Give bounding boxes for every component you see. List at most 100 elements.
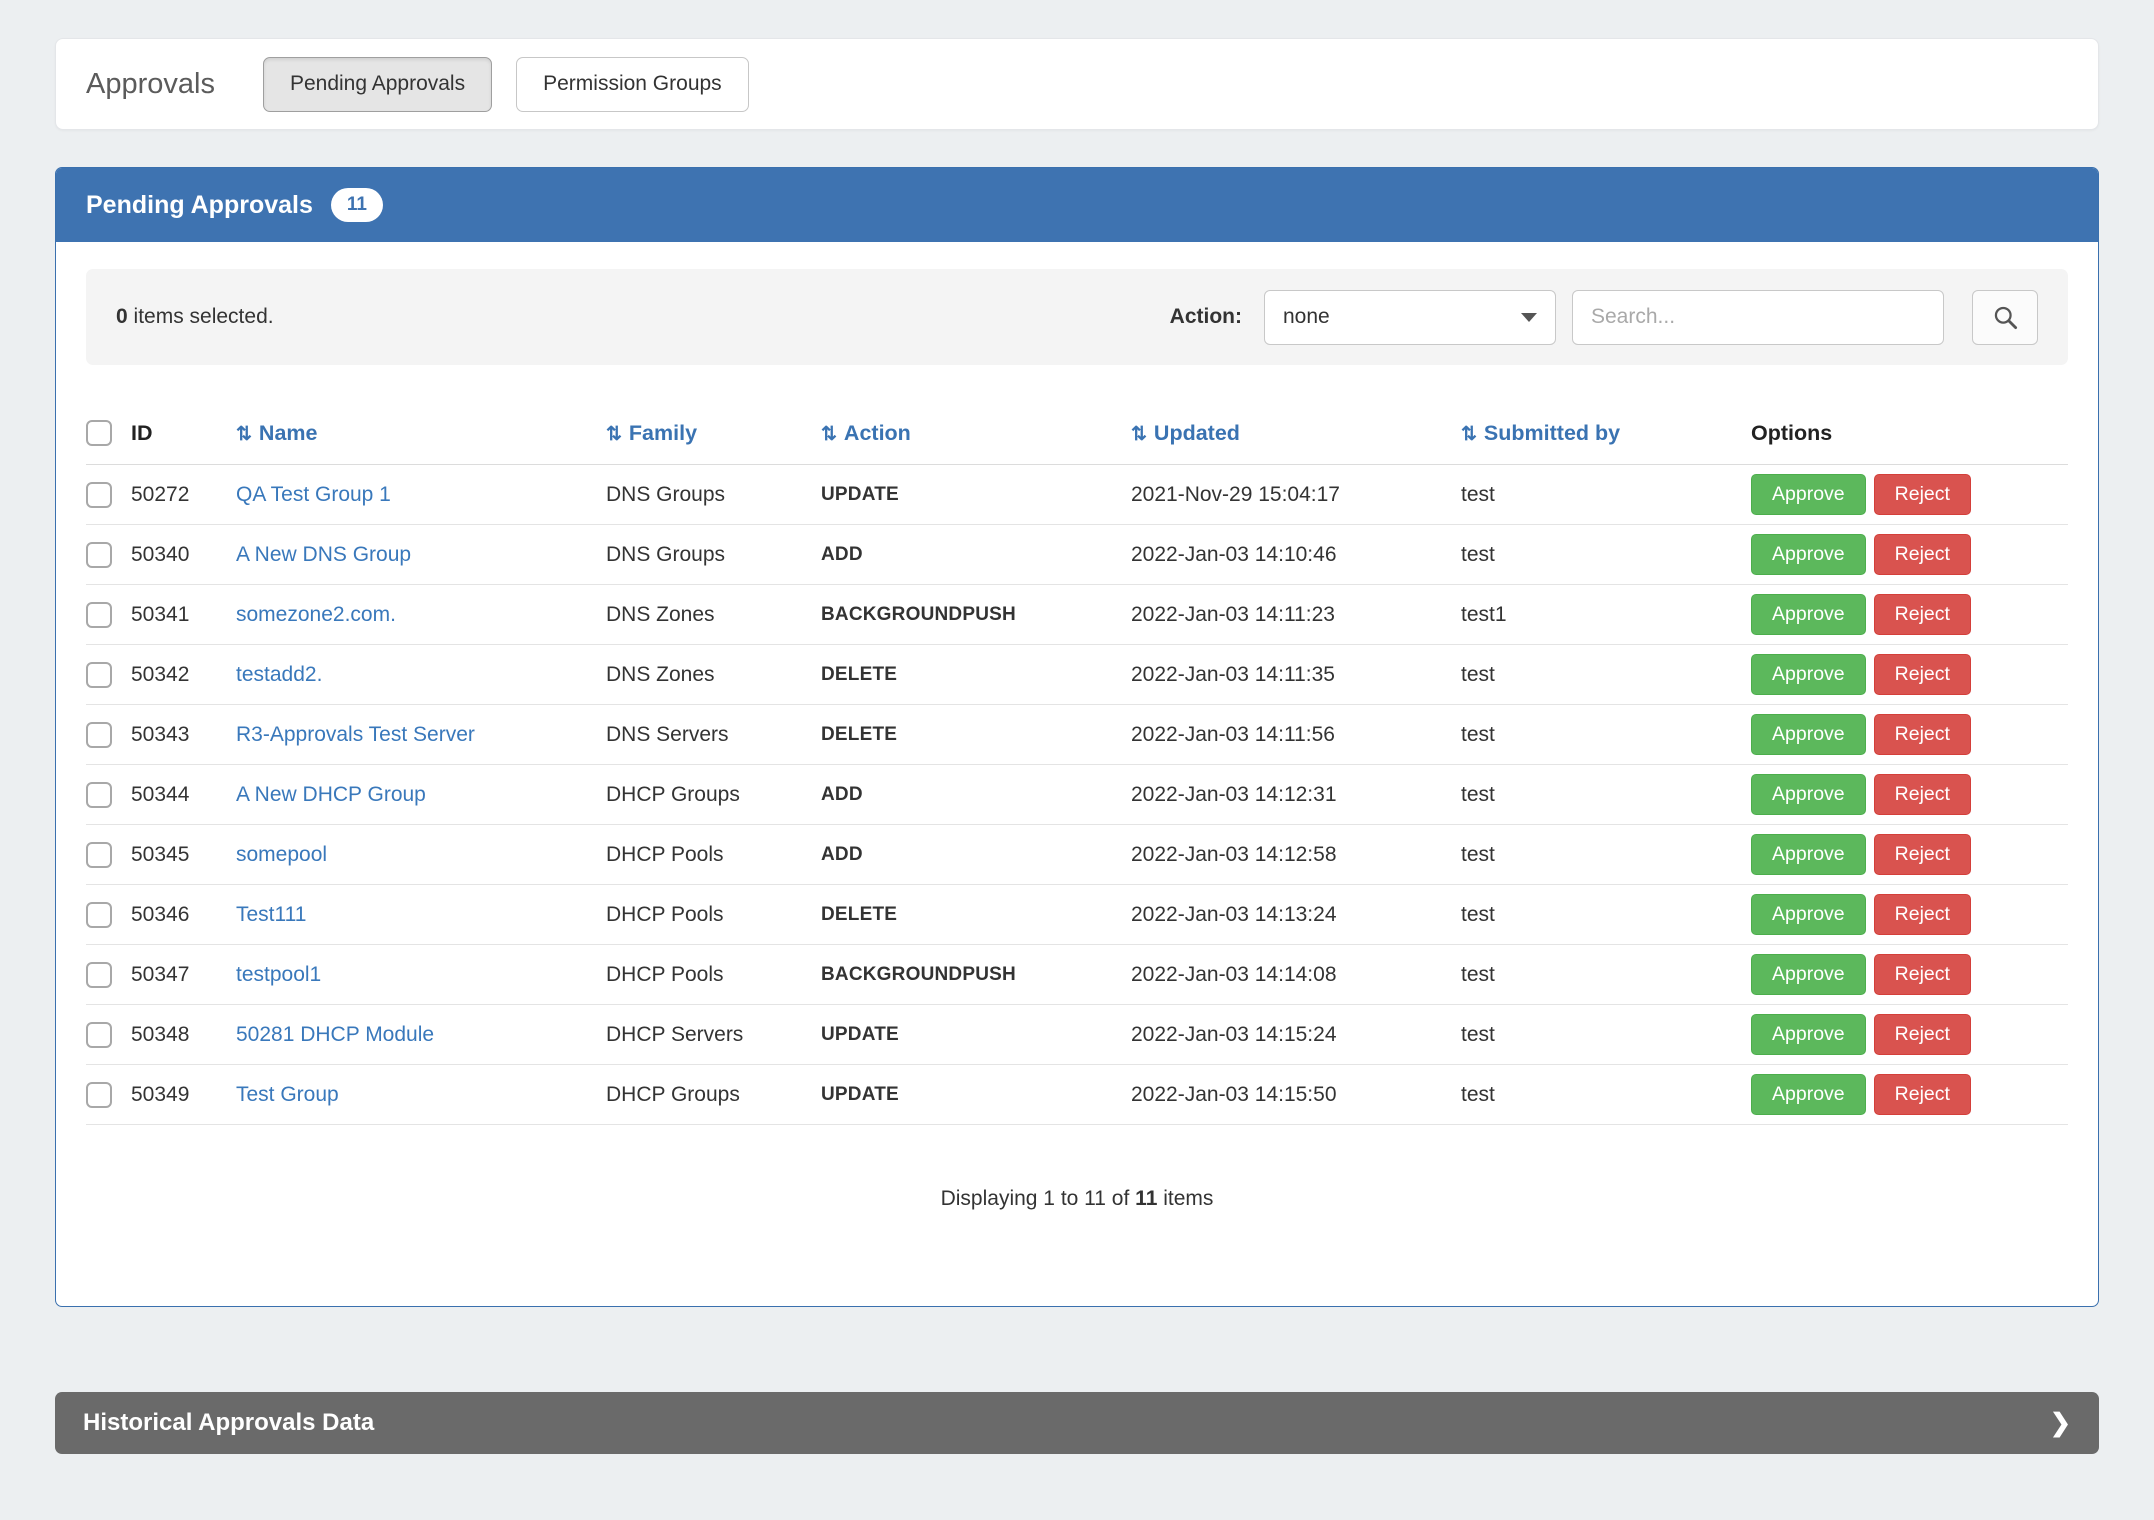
row-check-cell bbox=[86, 765, 131, 825]
col-header-updated[interactable]: ⇅Updated bbox=[1131, 420, 1461, 465]
row-checkbox[interactable] bbox=[86, 1082, 112, 1108]
row-name-link[interactable]: R3-Approvals Test Server bbox=[236, 723, 475, 746]
row-checkbox[interactable] bbox=[86, 962, 112, 988]
action-select-value: none bbox=[1283, 305, 1330, 329]
reject-button[interactable]: Reject bbox=[1874, 954, 1971, 995]
row-name-cell: R3-Approvals Test Server bbox=[236, 705, 606, 765]
row-check-cell bbox=[86, 525, 131, 585]
row-options: ApproveReject bbox=[1751, 945, 2068, 1005]
search-input[interactable] bbox=[1572, 290, 1944, 345]
action-label: Action: bbox=[1170, 305, 1242, 329]
row-check-cell bbox=[86, 645, 131, 705]
row-name-cell: testadd2. bbox=[236, 645, 606, 705]
row-checkbox[interactable] bbox=[86, 1022, 112, 1048]
row-family: DHCP Groups bbox=[606, 1065, 821, 1125]
row-options: ApproveReject bbox=[1751, 465, 2068, 525]
reject-button[interactable]: Reject bbox=[1874, 594, 1971, 635]
row-id: 50346 bbox=[131, 885, 236, 945]
reject-button[interactable]: Reject bbox=[1874, 894, 1971, 935]
approve-button[interactable]: Approve bbox=[1751, 894, 1866, 935]
row-name-link[interactable]: somepool bbox=[236, 843, 327, 866]
row-id: 50349 bbox=[131, 1065, 236, 1125]
reject-button[interactable]: Reject bbox=[1874, 1014, 1971, 1055]
row-name-link[interactable]: testadd2. bbox=[236, 663, 322, 686]
row-checkbox[interactable] bbox=[86, 902, 112, 928]
row-checkbox[interactable] bbox=[86, 722, 112, 748]
row-name-link[interactable]: somezone2.com. bbox=[236, 603, 396, 626]
row-name-link[interactable]: QA Test Group 1 bbox=[236, 483, 391, 506]
table-header-row: ID ⇅Name ⇅Family ⇅Action ⇅Updated ⇅Submi… bbox=[86, 420, 2068, 465]
approve-button[interactable]: Approve bbox=[1751, 654, 1866, 695]
row-submitted-by: test bbox=[1461, 525, 1751, 585]
row-id: 50347 bbox=[131, 945, 236, 1005]
reject-button[interactable]: Reject bbox=[1874, 1074, 1971, 1115]
row-check-cell bbox=[86, 1005, 131, 1065]
row-checkbox[interactable] bbox=[86, 482, 112, 508]
row-family: DNS Groups bbox=[606, 465, 821, 525]
approve-button[interactable]: Approve bbox=[1751, 594, 1866, 635]
sort-icon: ⇅ bbox=[1131, 424, 1147, 445]
row-name-link[interactable]: Test Group bbox=[236, 1083, 339, 1106]
row-options: ApproveReject bbox=[1751, 705, 2068, 765]
row-options: ApproveReject bbox=[1751, 525, 2068, 585]
tab-pending-approvals[interactable]: Pending Approvals bbox=[263, 57, 492, 112]
panel-header: Pending Approvals 11 bbox=[56, 168, 2098, 242]
row-action: DELETE bbox=[821, 645, 1131, 705]
col-header-name[interactable]: ⇅Name bbox=[236, 420, 606, 465]
approve-button[interactable]: Approve bbox=[1751, 954, 1866, 995]
row-updated: 2022-Jan-03 14:13:24 bbox=[1131, 885, 1461, 945]
approve-button[interactable]: Approve bbox=[1751, 834, 1866, 875]
panel-title: Pending Approvals bbox=[86, 191, 313, 220]
row-family: DHCP Servers bbox=[606, 1005, 821, 1065]
reject-button[interactable]: Reject bbox=[1874, 834, 1971, 875]
tab-permission-groups[interactable]: Permission Groups bbox=[516, 57, 749, 112]
row-name-link[interactable]: testpool1 bbox=[236, 963, 321, 986]
row-submitted-by: test bbox=[1461, 645, 1751, 705]
selected-info: 0 items selected. bbox=[116, 305, 274, 329]
row-name-link[interactable]: A New DHCP Group bbox=[236, 783, 426, 806]
select-all-checkbox[interactable] bbox=[86, 420, 112, 446]
approve-button[interactable]: Approve bbox=[1751, 714, 1866, 755]
historical-approvals-bar[interactable]: Historical Approvals Data ❯ bbox=[55, 1392, 2099, 1454]
action-select[interactable]: none bbox=[1264, 290, 1556, 345]
reject-button[interactable]: Reject bbox=[1874, 534, 1971, 575]
row-checkbox[interactable] bbox=[86, 542, 112, 568]
row-id: 50341 bbox=[131, 585, 236, 645]
col-header-family[interactable]: ⇅Family bbox=[606, 420, 821, 465]
row-updated: 2022-Jan-03 14:11:23 bbox=[1131, 585, 1461, 645]
reject-button[interactable]: Reject bbox=[1874, 654, 1971, 695]
sort-icon: ⇅ bbox=[236, 424, 252, 445]
row-name-cell: Test111 bbox=[236, 885, 606, 945]
reject-button[interactable]: Reject bbox=[1874, 474, 1971, 515]
approve-button[interactable]: Approve bbox=[1751, 774, 1866, 815]
row-updated: 2022-Jan-03 14:11:35 bbox=[1131, 645, 1461, 705]
row-name-cell: Test Group bbox=[236, 1065, 606, 1125]
row-checkbox[interactable] bbox=[86, 782, 112, 808]
row-checkbox[interactable] bbox=[86, 602, 112, 628]
row-check-cell bbox=[86, 885, 131, 945]
row-name-link[interactable]: A New DNS Group bbox=[236, 543, 411, 566]
row-submitted-by: test bbox=[1461, 825, 1751, 885]
row-name-link[interactable]: Test111 bbox=[236, 903, 306, 926]
col-header-submitted-by[interactable]: ⇅Submitted by bbox=[1461, 420, 1751, 465]
row-checkbox[interactable] bbox=[86, 662, 112, 688]
table-row: 50342 testadd2. DNS Zones DELETE 2022-Ja… bbox=[86, 645, 2068, 705]
approve-button[interactable]: Approve bbox=[1751, 474, 1866, 515]
col-header-action[interactable]: ⇅Action bbox=[821, 420, 1131, 465]
reject-button[interactable]: Reject bbox=[1874, 714, 1971, 755]
row-check-cell bbox=[86, 1065, 131, 1125]
table-row: 50344 A New DHCP Group DHCP Groups ADD 2… bbox=[86, 765, 2068, 825]
search-button[interactable] bbox=[1972, 290, 2038, 345]
table-row: 50341 somezone2.com. DNS Zones BACKGROUN… bbox=[86, 585, 2068, 645]
row-updated: 2022-Jan-03 14:10:46 bbox=[1131, 525, 1461, 585]
table-row: 50348 50281 DHCP Module DHCP Servers UPD… bbox=[86, 1005, 2068, 1065]
row-name-link[interactable]: 50281 DHCP Module bbox=[236, 1023, 434, 1046]
approve-button[interactable]: Approve bbox=[1751, 1074, 1866, 1115]
approve-button[interactable]: Approve bbox=[1751, 534, 1866, 575]
approve-button[interactable]: Approve bbox=[1751, 1014, 1866, 1055]
row-check-cell bbox=[86, 705, 131, 765]
reject-button[interactable]: Reject bbox=[1874, 774, 1971, 815]
row-family: DHCP Pools bbox=[606, 825, 821, 885]
row-family: DNS Zones bbox=[606, 645, 821, 705]
row-checkbox[interactable] bbox=[86, 842, 112, 868]
